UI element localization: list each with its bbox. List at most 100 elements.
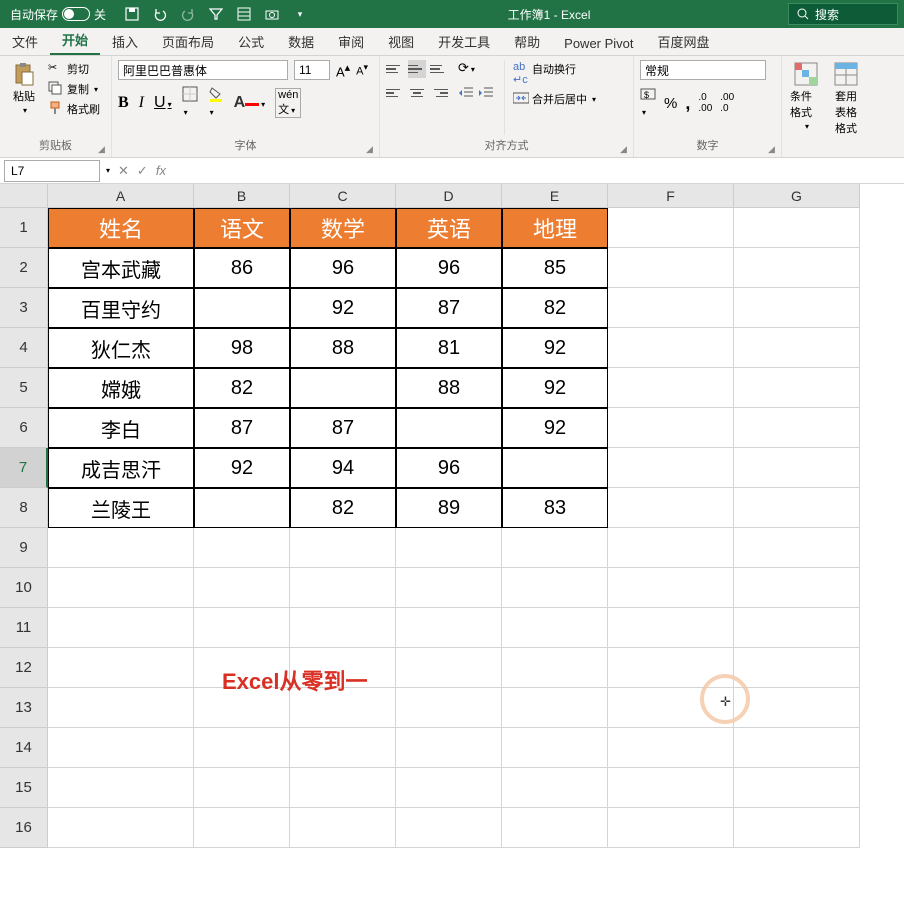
cut-button[interactable]: ✂剪切 — [46, 60, 102, 78]
row-header-1[interactable]: 1 — [0, 208, 48, 248]
cell-F5[interactable] — [608, 368, 734, 408]
cell-A2[interactable]: 宫本武藏 — [48, 248, 194, 288]
cell-F6[interactable] — [608, 408, 734, 448]
cell-G4[interactable] — [734, 328, 860, 368]
cell-B6[interactable]: 87 — [194, 408, 290, 448]
col-header-E[interactable]: E — [502, 184, 608, 208]
align-right-icon[interactable] — [430, 84, 448, 102]
cell-D12[interactable] — [396, 648, 502, 688]
cell-G3[interactable] — [734, 288, 860, 328]
col-header-G[interactable]: G — [734, 184, 860, 208]
cell-F1[interactable] — [608, 208, 734, 248]
cell-E3[interactable]: 82 — [502, 288, 608, 328]
phonetic-button[interactable]: wén文▾ — [275, 88, 301, 118]
font-size-select[interactable] — [294, 60, 330, 80]
comma-button[interactable]: , — [685, 93, 690, 114]
cell-A4[interactable]: 狄仁杰 — [48, 328, 194, 368]
increase-decimal-icon[interactable]: .0.00 — [698, 92, 712, 114]
camera-icon[interactable] — [264, 6, 280, 22]
cell-D7[interactable]: 96 — [396, 448, 502, 488]
copy-button[interactable]: 复制▾ — [46, 80, 102, 98]
cell-F7[interactable] — [608, 448, 734, 488]
cell-E11[interactable] — [502, 608, 608, 648]
tab-文件[interactable]: 文件 — [0, 28, 50, 55]
number-format-select[interactable] — [640, 60, 766, 80]
cell-G2[interactable] — [734, 248, 860, 288]
cell-E14[interactable] — [502, 728, 608, 768]
tab-页面布局[interactable]: 页面布局 — [150, 28, 226, 55]
cell-G9[interactable] — [734, 528, 860, 568]
col-header-D[interactable]: D — [396, 184, 502, 208]
formula-input[interactable] — [174, 160, 904, 182]
row-header-3[interactable]: 3 — [0, 288, 48, 328]
cell-D2[interactable]: 96 — [396, 248, 502, 288]
cell-D13[interactable] — [396, 688, 502, 728]
cell-A1[interactable]: 姓名 — [48, 208, 194, 248]
cell-E12[interactable] — [502, 648, 608, 688]
row-header-2[interactable]: 2 — [0, 248, 48, 288]
cell-B11[interactable] — [194, 608, 290, 648]
form-icon[interactable] — [236, 6, 252, 22]
row-header-12[interactable]: 12 — [0, 648, 48, 688]
cell-E1[interactable]: 地理 — [502, 208, 608, 248]
cell-A6[interactable]: 李白 — [48, 408, 194, 448]
cell-G1[interactable] — [734, 208, 860, 248]
row-header-16[interactable]: 16 — [0, 808, 48, 848]
cond-format-button[interactable]: 条件格式▾ — [788, 60, 824, 153]
fx-icon[interactable]: fx — [156, 163, 166, 179]
cell-C9[interactable] — [290, 528, 396, 568]
cell-E7[interactable] — [502, 448, 608, 488]
cell-B8[interactable] — [194, 488, 290, 528]
cell-C16[interactable] — [290, 808, 396, 848]
tab-开发工具[interactable]: 开发工具 — [426, 28, 502, 55]
paste-button[interactable]: 粘贴▾ — [6, 60, 42, 135]
cell-A7[interactable]: 成吉思汗 — [48, 448, 194, 488]
font-name-select[interactable] — [118, 60, 288, 80]
cell-E15[interactable] — [502, 768, 608, 808]
cell-C7[interactable]: 94 — [290, 448, 396, 488]
cell-D11[interactable] — [396, 608, 502, 648]
cell-E4[interactable]: 92 — [502, 328, 608, 368]
tab-审阅[interactable]: 审阅 — [326, 28, 376, 55]
cell-B4[interactable]: 98 — [194, 328, 290, 368]
cell-D5[interactable]: 88 — [396, 368, 502, 408]
cell-G14[interactable] — [734, 728, 860, 768]
cell-B2[interactable]: 86 — [194, 248, 290, 288]
align-bottom-icon[interactable] — [430, 60, 448, 78]
bold-button[interactable]: B — [118, 94, 129, 112]
cell-D16[interactable] — [396, 808, 502, 848]
cell-D10[interactable] — [396, 568, 502, 608]
number-launcher-icon[interactable]: ◢ — [768, 144, 778, 154]
cell-G11[interactable] — [734, 608, 860, 648]
cell-B5[interactable]: 82 — [194, 368, 290, 408]
cell-E5[interactable]: 92 — [502, 368, 608, 408]
cell-F16[interactable] — [608, 808, 734, 848]
decrease-indent-icon[interactable] — [458, 86, 474, 100]
cell-F15[interactable] — [608, 768, 734, 808]
cell-C4[interactable]: 88 — [290, 328, 396, 368]
cell-B14[interactable] — [194, 728, 290, 768]
cancel-icon[interactable]: ✕ — [118, 163, 129, 179]
cell-C2[interactable]: 96 — [290, 248, 396, 288]
cell-G5[interactable] — [734, 368, 860, 408]
wrap-text-button[interactable]: ab↵c自动换行 — [511, 60, 598, 78]
cell-E8[interactable]: 83 — [502, 488, 608, 528]
cell-G12[interactable] — [734, 648, 860, 688]
row-header-9[interactable]: 9 — [0, 528, 48, 568]
cell-A13[interactable] — [48, 688, 194, 728]
cell-F10[interactable] — [608, 568, 734, 608]
table-format-button[interactable]: 套用 表格格式 — [828, 60, 864, 153]
underline-button[interactable]: U▾ — [154, 94, 172, 112]
cell-F11[interactable] — [608, 608, 734, 648]
cell-F4[interactable] — [608, 328, 734, 368]
align-center-icon[interactable] — [408, 84, 426, 102]
search-box[interactable]: 搜索 — [788, 3, 898, 25]
cell-D15[interactable] — [396, 768, 502, 808]
row-header-10[interactable]: 10 — [0, 568, 48, 608]
font-launcher-icon[interactable]: ◢ — [366, 144, 376, 154]
col-header-B[interactable]: B — [194, 184, 290, 208]
cell-D8[interactable]: 89 — [396, 488, 502, 528]
cell-A15[interactable] — [48, 768, 194, 808]
decrease-decimal-icon[interactable]: .00.0 — [720, 92, 734, 114]
currency-button[interactable]: $▾ — [640, 86, 656, 120]
